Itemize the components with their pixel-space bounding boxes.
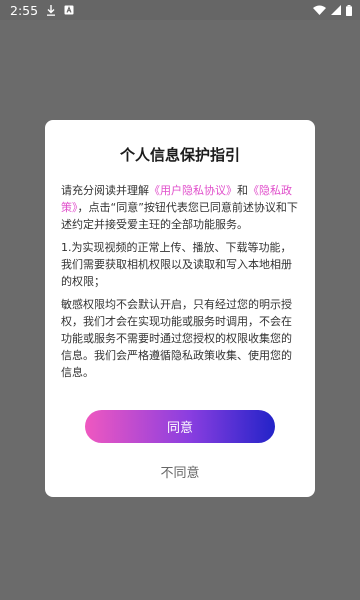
- disagree-button[interactable]: 不同意: [45, 462, 315, 481]
- download-icon: [46, 4, 56, 16]
- app-a-icon: [64, 5, 74, 15]
- dialog-body: 请充分阅读并理解《用户隐私协议》和《隐私政策》，点击“同意”按钮代表您已同意前述…: [61, 182, 301, 387]
- intro-suffix: ，点击“同意”按钮代表您已同意前述协议和下述约定并接受爱主玨的全部功能服务。: [61, 201, 298, 231]
- agree-button[interactable]: 同意: [85, 410, 275, 443]
- intro-prefix: 请充分阅读并理解: [61, 184, 149, 197]
- intro-and: 和: [237, 184, 248, 197]
- battery-icon: [346, 4, 352, 16]
- status-time: 2:55: [10, 2, 39, 18]
- user-agreement-link[interactable]: 《用户隐私协议》: [149, 184, 237, 197]
- dialog-title: 个人信息保护指引: [119, 146, 240, 164]
- permission-item-1: 1.为实现视频的正常上传、播放、下载等功能，我们需要获取相机权限以及读取和写入本…: [61, 241, 292, 288]
- privacy-dialog: 个人信息保护指引 请充分阅读并理解《用户隐私协议》和《隐私政策》，点击“同意”按…: [45, 120, 315, 497]
- intro-paragraph: 请充分阅读并理解《用户隐私协议》和《隐私政策》，点击“同意”按钮代表您已同意前述…: [61, 182, 301, 233]
- wifi-icon: [313, 5, 326, 15]
- sensitive-permission-notice: 敏感权限均不会默认开启，只有经过您的明示授权，我们才会在实现功能或服务时调用，不…: [61, 298, 292, 379]
- status-left: 2:55: [0, 3, 74, 18]
- status-bar: 2:55: [0, 0, 360, 20]
- signal-icon: [331, 5, 341, 15]
- status-right: [313, 4, 360, 16]
